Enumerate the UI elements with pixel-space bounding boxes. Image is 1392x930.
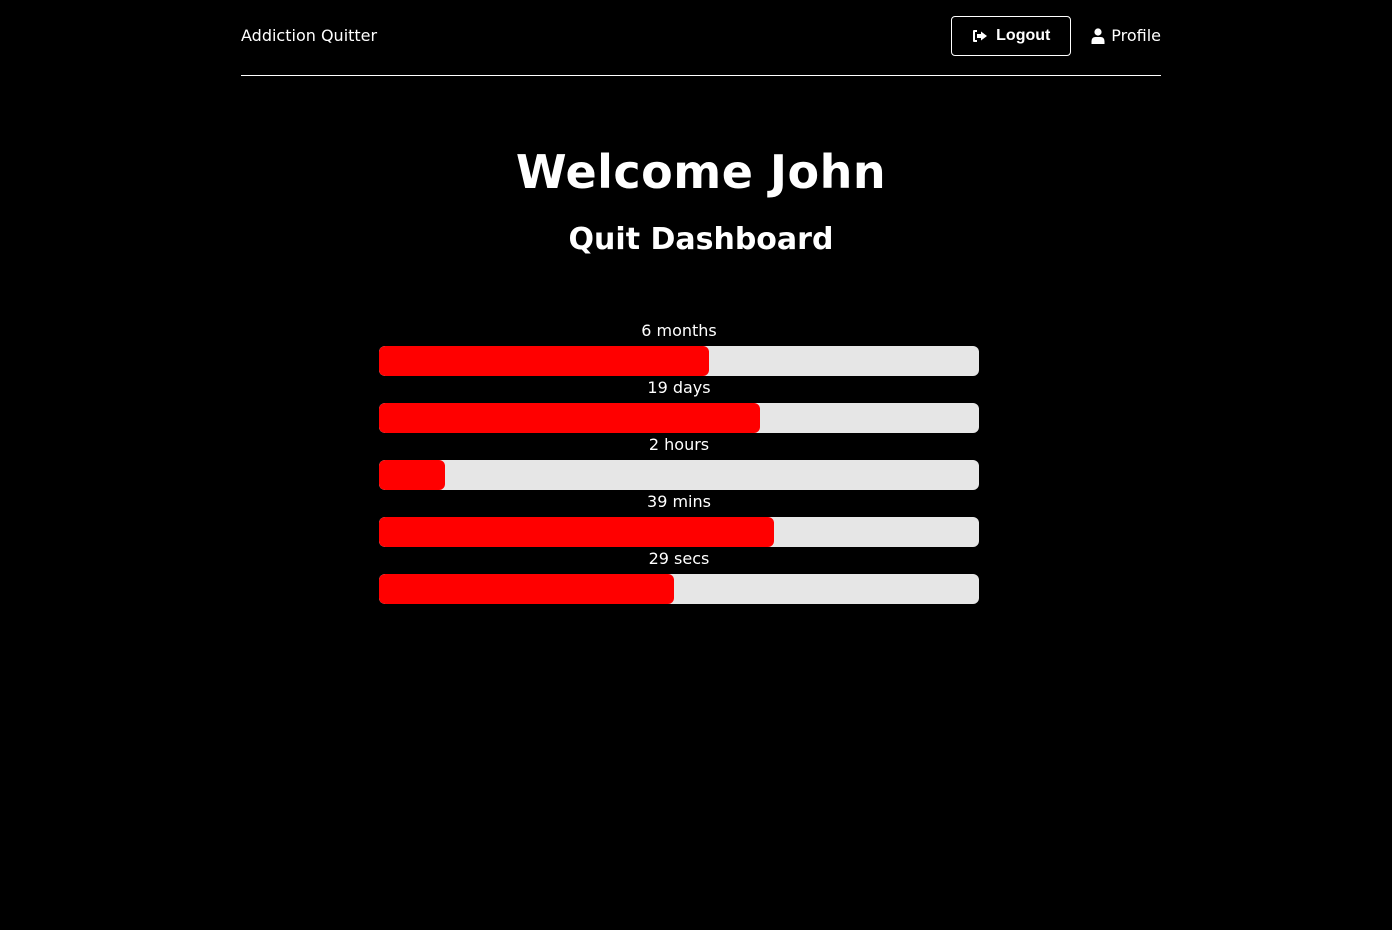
progress-track [379, 346, 979, 376]
progress-label: 2 hours [648, 435, 710, 454]
logout-button[interactable]: Logout [951, 15, 1072, 56]
progress-item: 2 hours [379, 435, 979, 492]
progress-item: 19 days [379, 378, 979, 435]
progress-label: 39 mins [647, 492, 711, 511]
progress-fill [379, 574, 675, 604]
profile-link[interactable]: Profile [1091, 26, 1161, 45]
progress-track [379, 574, 979, 604]
progress-fill [379, 346, 709, 376]
progress-item: 39 mins [379, 492, 979, 549]
progress-fill [379, 517, 774, 547]
progress-list: 6 months 19 days 2 hours 39 mins 29 secs [379, 321, 979, 606]
brand-title[interactable]: Addiction Quitter [241, 26, 377, 45]
welcome-heading: Welcome John [515, 145, 887, 199]
nav-actions: Logout Profile [951, 15, 1161, 56]
progress-label: 19 days [647, 378, 711, 397]
dashboard-title: Quit Dashboard [568, 222, 834, 257]
progress-label: 29 secs [648, 549, 710, 568]
user-icon [1091, 27, 1105, 44]
top-navbar: Addiction Quitter Logout Profile [241, 0, 1161, 76]
progress-fill [379, 403, 760, 433]
profile-label: Profile [1111, 26, 1161, 45]
progress-item: 29 secs [379, 549, 979, 606]
progress-item: 6 months [379, 321, 979, 378]
progress-track [379, 460, 979, 490]
progress-fill [379, 460, 445, 490]
sign-out-icon [973, 29, 988, 42]
progress-label: 6 months [641, 321, 717, 340]
progress-track [379, 403, 979, 433]
page-container: Addiction Quitter Logout Profile Welcome… [241, 0, 1161, 606]
logout-label: Logout [996, 26, 1051, 44]
progress-track [379, 517, 979, 547]
